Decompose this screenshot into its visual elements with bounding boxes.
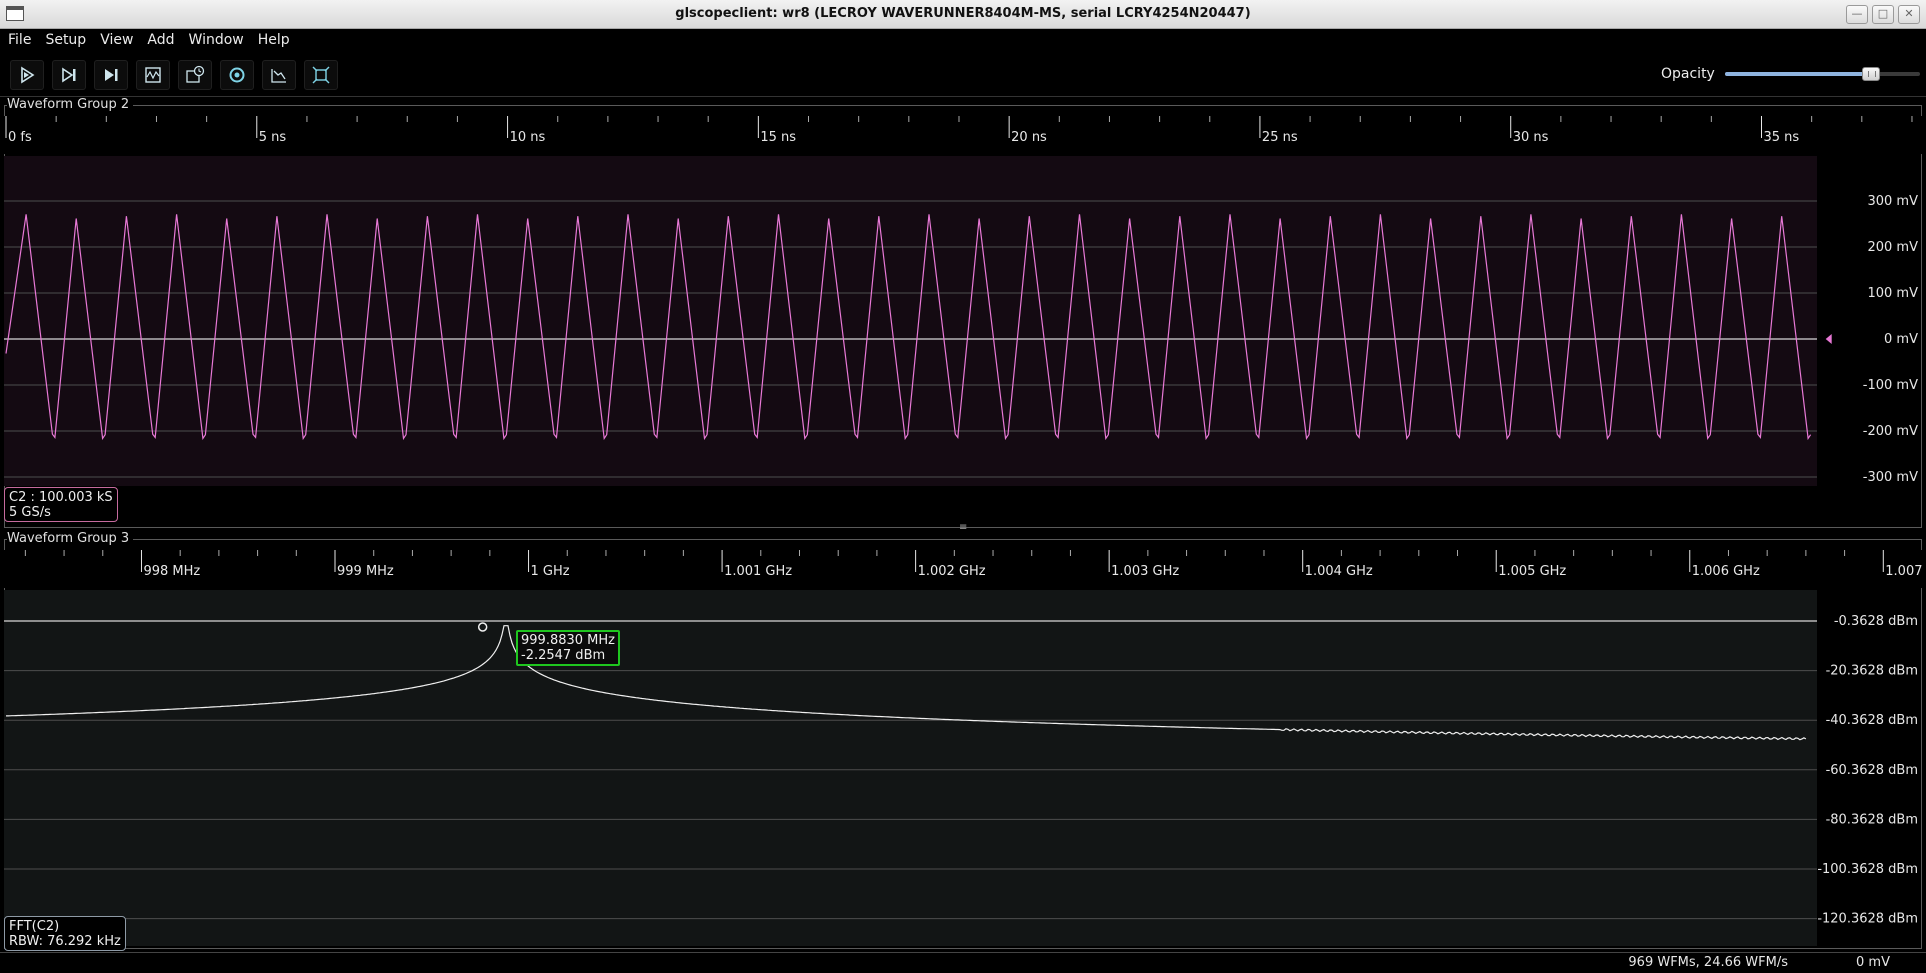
g2-vertical-axis: 300 mV 200 mV 100 mV 0 mV -100 mV -200 mV -300…	[1863, 194, 1918, 485]
force-trigger-button[interactable]	[94, 60, 128, 90]
freq-tick-label: 1.007	[1885, 564, 1922, 579]
g3-vaxis-label: -0.3628 dBm	[1834, 614, 1918, 629]
freq-tick-label: 1 GHz	[531, 564, 570, 579]
freq-tick-label: 1.006 GHz	[1692, 564, 1760, 579]
freq-tick-label: 1.004 GHz	[1305, 564, 1373, 579]
window-controls: — □ ✕	[1846, 5, 1920, 24]
waveform-group-2-view[interactable]: 0 fs 5 ns 10 ns 15 ns 20 ns 25 ns 30 ns 35 ns 3…	[0, 112, 1926, 524]
time-tick-label: 35 ns	[1763, 130, 1799, 145]
single-trigger-button[interactable]	[52, 60, 86, 90]
g3-vaxis-label: -60.3628 dBm	[1826, 763, 1918, 778]
g3-vaxis-label: -40.3628 dBm	[1826, 713, 1918, 728]
start-trigger-button[interactable]	[10, 60, 44, 90]
g2-vaxis-label: 100 mV	[1867, 286, 1918, 301]
channel-c2-info[interactable]: C2 : 100.003 kS 5 GS/s	[4, 487, 118, 522]
channel-fft-info[interactable]: FFT(C2) RBW: 76.292 kHz	[4, 916, 126, 951]
clear-sweeps-icon	[271, 69, 286, 83]
fullscreen-button[interactable]	[304, 60, 338, 90]
g2-vaxis-label: 0 mV	[1884, 332, 1918, 347]
freq-tick-label: 998 MHz	[143, 564, 200, 579]
time-tick-label: 0 fs	[8, 130, 32, 145]
c2-offset-marker	[1825, 334, 1832, 344]
minimize-button[interactable]: —	[1846, 5, 1868, 24]
channel-fft-rbw: RBW: 76.292 kHz	[9, 934, 121, 949]
g2-vaxis-label: 300 mV	[1867, 194, 1918, 209]
fullscreen-icon	[312, 66, 330, 84]
channel-fft-name: FFT(C2)	[9, 919, 60, 934]
history-clock-icon	[186, 65, 205, 83]
time-tick-label: 15 ns	[760, 130, 796, 145]
play-icon	[21, 66, 35, 84]
fft-peak-frequency: 999.8830 MHz	[521, 633, 615, 648]
opacity-slider-fill	[1725, 72, 1872, 76]
g2-timescale-bg	[4, 116, 1922, 154]
time-tick-label: 10 ns	[510, 130, 546, 145]
channel-c2-rate: 5 GS/s	[9, 505, 51, 520]
menu-setup[interactable]: Setup	[38, 32, 93, 48]
time-tick-label: 25 ns	[1262, 130, 1298, 145]
g3-vaxis-label: -80.3628 dBm	[1826, 812, 1918, 827]
freq-tick-label: 999 MHz	[337, 564, 394, 579]
g2-vaxis-label: 200 mV	[1867, 240, 1918, 255]
single-step-icon	[62, 67, 76, 83]
close-button[interactable]: ✕	[1898, 5, 1920, 24]
opacity-slider[interactable]	[1725, 66, 1920, 82]
freq-tick-label: 1.001 GHz	[724, 564, 792, 579]
maximize-button[interactable]: □	[1872, 5, 1894, 24]
window-titlebar: glscopeclient: wr8 (LECROY WAVERUNNER840…	[0, 0, 1926, 29]
opacity-label: Opacity	[1661, 66, 1715, 82]
status-cursor-voltage: 0 mV	[1856, 955, 1890, 970]
g3-vaxis-label: -120.3628 dBm	[1817, 912, 1918, 927]
g3-vaxis-label: -20.3628 dBm	[1826, 664, 1918, 679]
status-waveform-rate: 969 WFMs, 24.66 WFM/s	[1628, 955, 1788, 970]
status-bar: 969 WFMs, 24.66 WFM/s 0 mV	[0, 952, 1926, 973]
time-tick-label: 5 ns	[259, 130, 287, 145]
menu-window[interactable]: Window	[182, 32, 251, 48]
toolbar	[0, 52, 1926, 97]
fft-peak-readout: 999.8830 MHz -2.2547 dBm	[516, 630, 620, 666]
force-step-icon	[105, 69, 118, 81]
g3-vaxis-label: -100.3628 dBm	[1817, 862, 1918, 877]
maximize-icon: □	[1877, 7, 1889, 20]
refresh-icon	[229, 67, 245, 83]
g2-plot-area	[4, 156, 1817, 486]
g2-vaxis-label: -100 mV	[1863, 378, 1918, 393]
group-splitter-handle[interactable]: ≡	[959, 523, 967, 533]
window-title: glscopeclient: wr8 (LECROY WAVERUNNER840…	[675, 6, 1251, 21]
menu-help[interactable]: Help	[251, 32, 297, 48]
menu-bar: File Setup View Add Window Help	[0, 29, 1926, 51]
waveform-group-3-label: Waveform Group 3	[7, 531, 134, 546]
freq-tick-label: 1.003 GHz	[1111, 564, 1179, 579]
minimize-icon: —	[1851, 7, 1863, 20]
waveform-stop-icon	[145, 67, 161, 83]
opacity-slider-thumb[interactable]	[1862, 67, 1881, 81]
time-tick-label: 20 ns	[1011, 130, 1047, 145]
clear-sweeps-button[interactable]	[262, 60, 296, 90]
freq-tick-label: 1.002 GHz	[918, 564, 986, 579]
waveform-group-3-view[interactable]: 998 MHz 999 MHz 1 GHz 1.001 GHz 1.002 GHz 1.0…	[0, 546, 1926, 950]
freq-tick-label: 1.005 GHz	[1498, 564, 1566, 579]
g3-plot-area	[4, 590, 1817, 946]
history-button[interactable]	[178, 60, 212, 90]
menu-view[interactable]: View	[93, 32, 140, 48]
menu-file[interactable]: File	[0, 32, 38, 48]
refresh-settings-button[interactable]	[220, 60, 254, 90]
stop-trigger-button[interactable]	[136, 60, 170, 90]
fft-peak-level: -2.2547 dBm	[521, 648, 606, 663]
g3-vertical-axis: -0.3628 dBm -20.3628 dBm -40.3628 dBm -60.3…	[1817, 614, 1918, 927]
g2-vaxis-label: -300 mV	[1863, 470, 1918, 485]
close-icon: ✕	[1904, 7, 1914, 20]
menu-add[interactable]: Add	[140, 32, 181, 48]
g2-vaxis-label: -200 mV	[1863, 424, 1918, 439]
waveform-group-2-label: Waveform Group 2	[7, 97, 134, 112]
time-tick-label: 30 ns	[1513, 130, 1549, 145]
channel-c2-depth: C2 : 100.003 kS	[9, 490, 113, 505]
